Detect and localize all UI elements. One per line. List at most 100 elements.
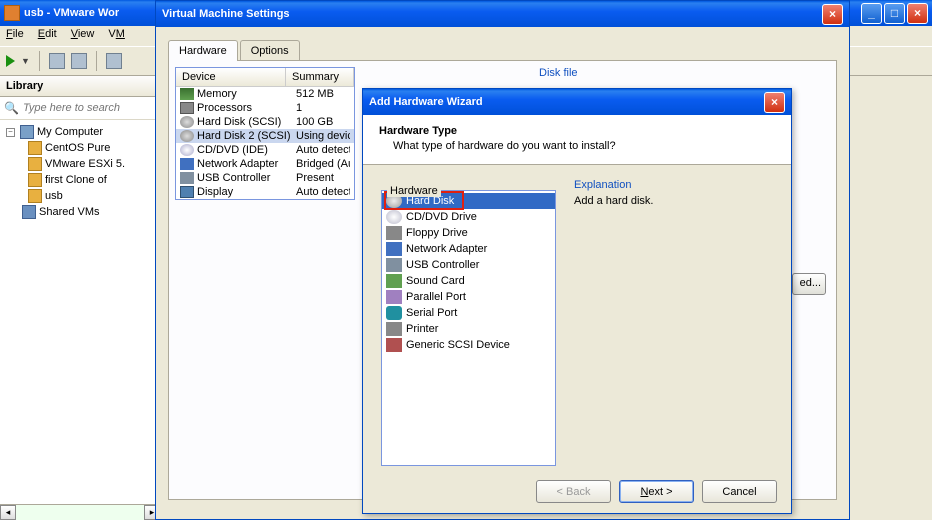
next-button[interactable]: Next > xyxy=(619,480,694,503)
cancel-button[interactable]: Cancel xyxy=(702,480,777,503)
library-tree: −My Computer CentOS Pure VMware ESXi 5. … xyxy=(0,120,159,224)
device-row-memory[interactable]: Memory512 MB xyxy=(176,87,354,101)
vm-icon xyxy=(28,141,42,155)
wizard-title: Add Hardware Wizard xyxy=(369,96,483,108)
device-table: Device Summary Memory512 MB Processors1 … xyxy=(175,67,355,200)
hw-item-network[interactable]: Network Adapter xyxy=(382,241,555,257)
close-button[interactable]: × xyxy=(907,3,928,24)
tab-options[interactable]: Options xyxy=(240,40,300,61)
tree-shared-vms[interactable]: Shared VMs xyxy=(2,204,157,220)
cpu-icon xyxy=(180,102,194,114)
tab-hardware[interactable]: Hardware xyxy=(168,40,238,61)
toolbar-separator xyxy=(39,51,40,71)
menu-edit[interactable]: Edit xyxy=(38,28,57,44)
cd-icon xyxy=(386,210,402,224)
menu-vm[interactable]: VM xyxy=(108,28,125,44)
network-icon xyxy=(180,158,194,170)
hdd-icon xyxy=(180,130,194,142)
col-summary[interactable]: Summary xyxy=(286,68,354,86)
display-icon xyxy=(180,186,194,198)
tree-item[interactable]: usb xyxy=(2,188,157,204)
tree-my-computer[interactable]: −My Computer xyxy=(2,124,157,140)
scsi-icon xyxy=(386,338,402,352)
tree-item[interactable]: CentOS Pure xyxy=(2,140,157,156)
library-panel: Library 🔍 −My Computer CentOS Pure VMwar… xyxy=(0,76,160,520)
hw-item-floppy[interactable]: Floppy Drive xyxy=(382,225,555,241)
toolbar-icon-3[interactable] xyxy=(106,53,122,69)
collapse-icon[interactable]: − xyxy=(6,128,15,137)
hw-item-cddvd[interactable]: CD/DVD Drive xyxy=(382,209,555,225)
parallel-icon xyxy=(386,290,402,304)
tree-item[interactable]: first Clone of xyxy=(2,172,157,188)
hardware-group: Hardware Hard Disk CD/DVD Drive Floppy D… xyxy=(381,179,556,447)
play-dropdown-icon[interactable]: ▼ xyxy=(21,56,30,66)
network-icon xyxy=(386,242,402,256)
wizard-footer: < Back Next > Cancel xyxy=(536,480,777,503)
hardware-group-label: Hardware xyxy=(387,185,441,197)
wizard-header: Hardware Type What type of hardware do y… xyxy=(363,115,791,165)
library-header: Library xyxy=(0,76,159,97)
explanation-panel: Explanation Add a hard disk. xyxy=(574,179,773,447)
back-button[interactable]: < Back xyxy=(536,480,611,503)
hw-item-scsi[interactable]: Generic SCSI Device xyxy=(382,337,555,353)
vm-icon xyxy=(28,189,42,203)
vm-icon xyxy=(28,157,42,171)
wizard-header-title: Hardware Type xyxy=(379,125,775,137)
col-device[interactable]: Device xyxy=(176,68,286,86)
vmware-icon xyxy=(4,5,20,21)
usb-icon xyxy=(386,258,402,272)
hardware-list[interactable]: Hard Disk CD/DVD Drive Floppy Drive Netw… xyxy=(381,190,556,466)
device-row-cddvd[interactable]: CD/DVD (IDE)Auto detect xyxy=(176,143,354,157)
search-input[interactable] xyxy=(23,102,155,114)
wizard-titlebar: Add Hardware Wizard × xyxy=(363,89,791,115)
device-row-display[interactable]: DisplayAuto detect xyxy=(176,185,354,199)
search-icon: 🔍 xyxy=(4,101,19,115)
hdd-icon xyxy=(180,116,194,128)
device-row-usb[interactable]: USB ControllerPresent xyxy=(176,171,354,185)
cd-icon xyxy=(180,144,194,156)
computer-icon xyxy=(20,125,34,139)
maximize-button[interactable]: □ xyxy=(884,3,905,24)
menu-view[interactable]: View xyxy=(71,28,95,44)
hw-item-sound[interactable]: Sound Card xyxy=(382,273,555,289)
device-table-header: Device Summary xyxy=(176,68,354,87)
sound-icon xyxy=(386,274,402,288)
hw-item-parallel[interactable]: Parallel Port xyxy=(382,289,555,305)
hw-item-serial[interactable]: Serial Port xyxy=(382,305,555,321)
add-hardware-wizard: Add Hardware Wizard × Hardware Type What… xyxy=(362,88,792,514)
settings-titlebar: Virtual Machine Settings × xyxy=(156,1,849,27)
settings-title: Virtual Machine Settings xyxy=(162,8,290,20)
wizard-close-button[interactable]: × xyxy=(764,92,785,113)
scroll-left-icon[interactable]: ◂ xyxy=(0,505,16,520)
device-row-hdd1[interactable]: Hard Disk (SCSI)100 GB xyxy=(176,115,354,129)
device-row-network[interactable]: Network AdapterBridged (Aut xyxy=(176,157,354,171)
tree-item[interactable]: VMware ESXi 5. xyxy=(2,156,157,172)
minimize-button[interactable]: _ xyxy=(861,3,882,24)
printer-icon xyxy=(386,322,402,336)
settings-tabs: Hardware Options xyxy=(168,39,837,60)
settings-close-button[interactable]: × xyxy=(822,4,843,25)
main-title: usb - VMware Wor xyxy=(24,7,119,19)
explanation-label: Explanation xyxy=(574,179,773,191)
play-icon[interactable] xyxy=(6,55,15,67)
library-search: 🔍 xyxy=(0,97,159,120)
menu-file[interactable]: File xyxy=(6,28,24,44)
wizard-header-subtitle: What type of hardware do you want to ins… xyxy=(379,140,775,152)
floppy-icon xyxy=(386,226,402,240)
memory-icon xyxy=(180,88,194,100)
toolbar-icon-1[interactable] xyxy=(49,53,65,69)
disk-file-label: Disk file xyxy=(539,67,578,79)
horizontal-scrollbar[interactable]: ◂ ▸ xyxy=(0,504,160,520)
vm-icon xyxy=(28,173,42,187)
shared-icon xyxy=(22,205,36,219)
hw-item-printer[interactable]: Printer xyxy=(382,321,555,337)
device-row-hdd2[interactable]: Hard Disk 2 (SCSI)Using device xyxy=(176,129,354,143)
hw-item-usb[interactable]: USB Controller xyxy=(382,257,555,273)
toolbar-separator xyxy=(96,51,97,71)
device-row-processors[interactable]: Processors1 xyxy=(176,101,354,115)
usb-icon xyxy=(180,172,194,184)
toolbar-icon-2[interactable] xyxy=(71,53,87,69)
explanation-text: Add a hard disk. xyxy=(574,195,773,207)
browse-button-partial[interactable]: ed... xyxy=(792,273,826,295)
serial-icon xyxy=(386,306,402,320)
